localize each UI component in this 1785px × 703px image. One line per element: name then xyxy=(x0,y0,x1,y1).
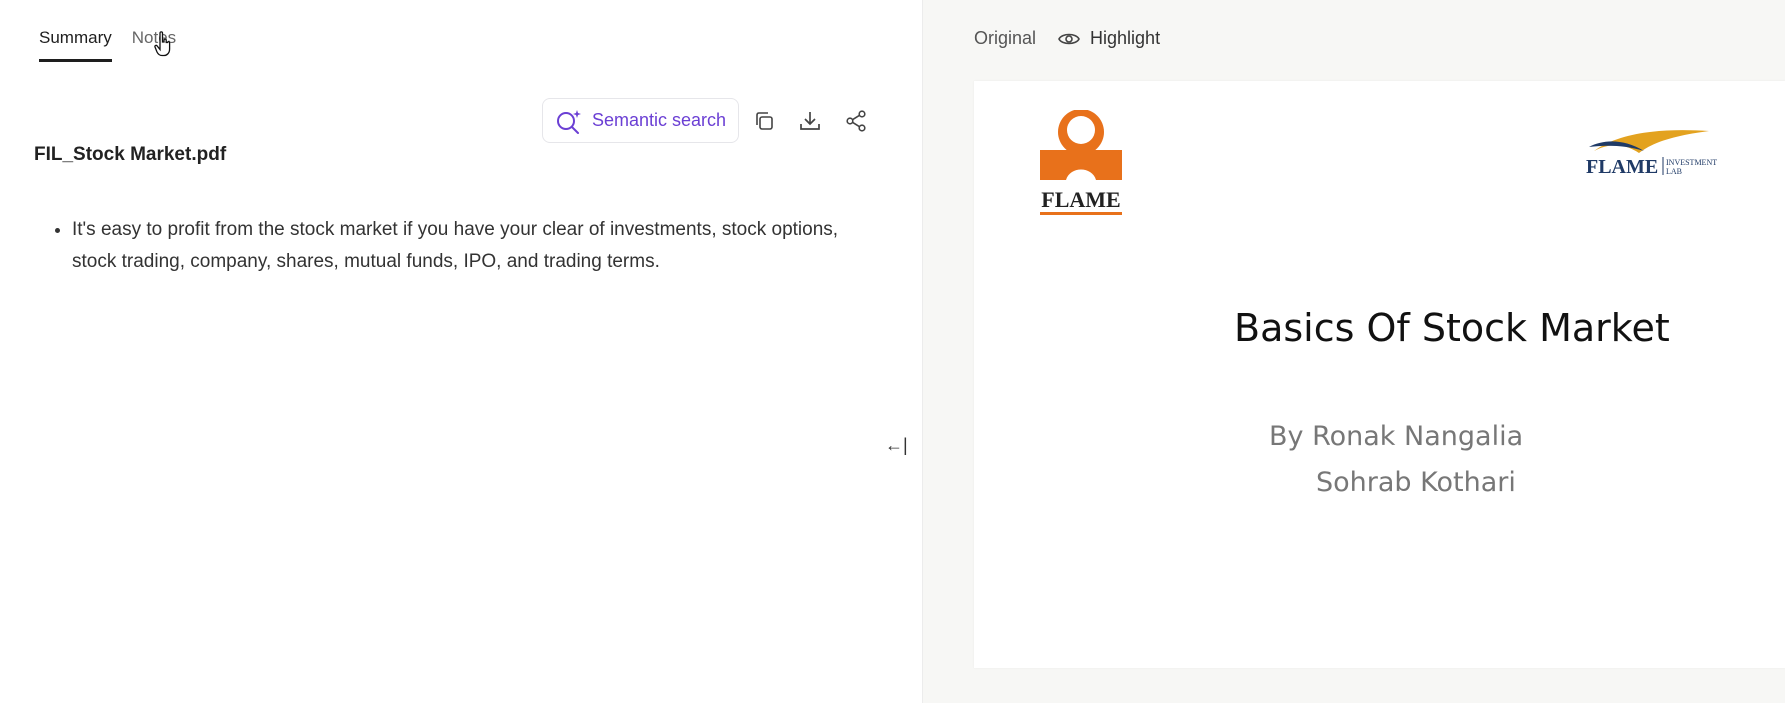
pdf-author-line-2: Sohrab Kothari xyxy=(1316,467,1516,498)
eye-icon xyxy=(1058,33,1080,44)
flame-investment-lab-logo: FLAME INVESTMENT LAB xyxy=(1586,130,1717,178)
document-viewer: Original Highlight FLAME FLAME INVESTMEN… xyxy=(922,0,1785,703)
download-icon xyxy=(800,111,820,130)
original-view-toggle[interactable]: Original xyxy=(974,28,1036,49)
view-mode-bar: Original Highlight xyxy=(974,28,1160,49)
highlight-label: Highlight xyxy=(1090,28,1161,48)
svg-text:FLAME: FLAME xyxy=(1586,156,1658,178)
highlight-view-toggle[interactable]: Highlight xyxy=(1058,28,1160,49)
summary-point: It's easy to profit from the stock marke… xyxy=(72,214,882,278)
original-label: Original xyxy=(974,28,1037,48)
share-button[interactable] xyxy=(835,100,877,142)
download-button[interactable] xyxy=(789,100,831,142)
pdf-authors: By Ronak Nangalia Sohrab Kothari xyxy=(1269,414,1523,506)
copy-button[interactable] xyxy=(743,100,785,142)
flame-logo: FLAME xyxy=(1040,110,1122,215)
svg-text:FLAME: FLAME xyxy=(1041,187,1120,212)
tab-summary[interactable]: Summary xyxy=(39,28,112,62)
svg-text:INVESTMENT: INVESTMENT xyxy=(1666,158,1717,167)
summary-list: It's easy to profit from the stock marke… xyxy=(52,214,882,278)
collapse-arrow-icon: ←| xyxy=(885,435,908,455)
document-filename: FIL_Stock Market.pdf xyxy=(34,144,227,165)
pdf-author-line-1: By Ronak Nangalia xyxy=(1269,421,1524,452)
semantic-search-label: Semantic search xyxy=(592,110,727,130)
svg-text:LAB: LAB xyxy=(1666,167,1682,176)
pdf-page: FLAME FLAME INVESTMENT LAB Basics Of Sto… xyxy=(974,81,1785,668)
collapse-panel-button[interactable]: ←| xyxy=(885,435,908,456)
copy-icon xyxy=(756,111,773,130)
summary-toolbar: Semantic search xyxy=(542,98,877,143)
hand-cursor-icon xyxy=(154,31,171,57)
sparkle-search-icon xyxy=(557,109,581,134)
summary-panel: Summary Notes Semantic search FIL_Stock … xyxy=(0,0,922,703)
semantic-search-button[interactable]: Semantic search xyxy=(542,98,740,143)
pdf-title: Basics Of Stock Market xyxy=(1234,306,1670,350)
share-icon xyxy=(846,109,866,132)
